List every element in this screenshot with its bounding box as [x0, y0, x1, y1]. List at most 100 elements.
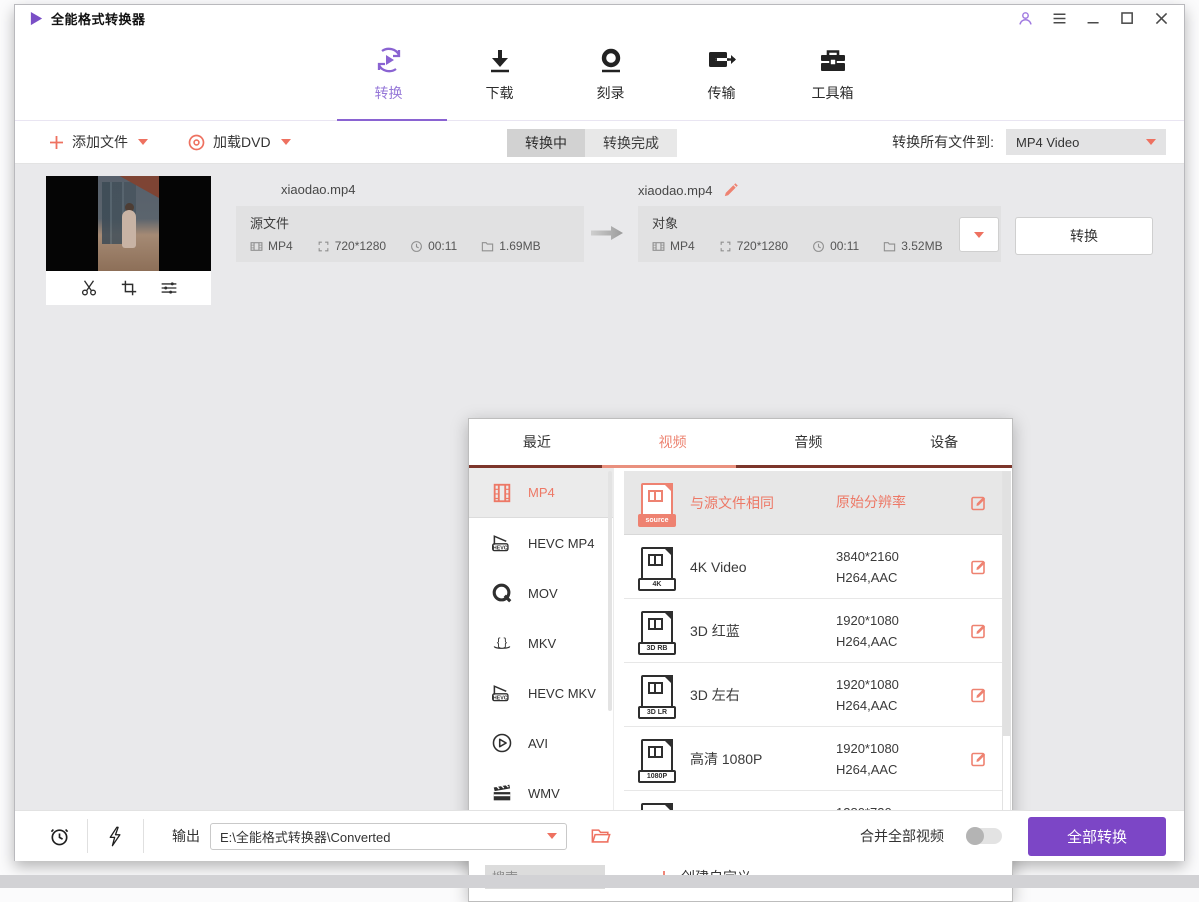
- preset-name: 3D 左右: [690, 685, 836, 705]
- video-preview-image: [98, 176, 159, 271]
- preset-row-3d-lr[interactable]: 3D LR 3D 左右 1920*1080H264,AAC: [624, 663, 1002, 727]
- chevron-down-icon: [138, 139, 148, 145]
- output-path-dropdown[interactable]: E:\全能格式转换器\Converted: [210, 823, 567, 850]
- format-item-label: MOV: [528, 586, 558, 601]
- edit-preset-icon[interactable]: [970, 494, 988, 512]
- chevron-down-icon: [1146, 139, 1156, 145]
- clock-icon: [812, 240, 825, 253]
- tab-download[interactable]: 下载: [469, 46, 531, 103]
- format-item-label: WMV: [528, 786, 560, 801]
- preset-name: 3D 红蓝: [690, 621, 836, 641]
- preset-detail: 1920*1080H264,AAC: [836, 610, 956, 652]
- main-nav: 转换 下载 刻录 传输: [15, 32, 1184, 121]
- edit-preset-icon[interactable]: [970, 622, 988, 640]
- trim-icon[interactable]: [80, 279, 98, 297]
- minimize-icon[interactable]: [1085, 10, 1102, 27]
- window-shadow: [0, 875, 1199, 888]
- target-file-name-row: xiaodao.mp4: [638, 182, 739, 199]
- open-folder-icon[interactable]: [591, 827, 611, 845]
- dvd-icon: [188, 134, 205, 151]
- load-dvd-button[interactable]: 加载DVD: [188, 132, 291, 152]
- format-item-mp4[interactable]: MP4: [469, 468, 613, 518]
- tab-transfer-label: 传输: [708, 83, 736, 103]
- format-item-hevc-mp4[interactable]: HEVC HEVC MP4: [469, 518, 613, 568]
- preset-row-same-as-source[interactable]: source 与源文件相同 原始分辨率: [624, 471, 1002, 535]
- film-icon: [250, 240, 263, 253]
- format-item-hevc-mkv[interactable]: HEVC HEVC MKV: [469, 668, 613, 718]
- convert-all-button[interactable]: 全部转换: [1028, 817, 1166, 856]
- target-duration: 00:11: [830, 239, 859, 253]
- quicktime-icon: [491, 582, 513, 604]
- resolution-icon: [719, 240, 732, 253]
- target-file-name: xiaodao.mp4: [638, 183, 712, 198]
- edit-preset-icon[interactable]: [970, 558, 988, 576]
- preset-row-3d-rb[interactable]: 3D RB 3D 红蓝 1920*1080H264,AAC: [624, 599, 1002, 663]
- preset-detail: 3840*2160H264,AAC: [836, 546, 956, 588]
- svg-text:HEVC: HEVC: [493, 695, 508, 701]
- target-format-dropdown[interactable]: MP4 Video: [1006, 129, 1166, 155]
- preset-detail: 1920*1080H264,AAC: [836, 674, 956, 716]
- popup-tab-device[interactable]: 设备: [876, 419, 1012, 465]
- edit-preset-icon[interactable]: [970, 686, 988, 704]
- schedule-icon[interactable]: [49, 826, 70, 847]
- preset-row-hd-1080p[interactable]: 1080P 高清 1080P 1920*1080H264,AAC: [624, 727, 1002, 791]
- preset-name: 高清 1080P: [690, 749, 836, 769]
- tab-download-label: 下载: [486, 83, 514, 103]
- high-speed-icon[interactable]: [105, 826, 126, 847]
- popup-tab-recent[interactable]: 最近: [469, 419, 605, 465]
- preset-list-scrollbar[interactable]: [1002, 471, 1011, 853]
- format-item-label: MKV: [528, 636, 556, 651]
- format-item-label: HEVC MP4: [528, 536, 594, 551]
- add-files-label: 添加文件: [72, 132, 128, 152]
- toolbox-icon: [819, 46, 847, 74]
- edit-preset-icon[interactable]: [970, 750, 988, 768]
- maximize-icon[interactable]: [1119, 10, 1136, 27]
- convert-icon: [374, 46, 404, 74]
- tab-burn[interactable]: 刻录: [580, 46, 642, 103]
- tab-converting[interactable]: 转换中: [507, 129, 585, 157]
- tab-convert[interactable]: 转换: [358, 46, 420, 103]
- format-item-avi[interactable]: AVI: [469, 718, 613, 768]
- account-icon[interactable]: [1017, 10, 1034, 27]
- format-list-scrollbar[interactable]: [608, 471, 612, 711]
- matroska-icon: { }: [491, 632, 513, 654]
- format-item-mov[interactable]: MOV: [469, 568, 613, 618]
- hevc-play-icon: HEVC: [491, 532, 513, 554]
- tab-transfer[interactable]: 传输: [691, 46, 753, 103]
- video-thumbnail[interactable]: [46, 176, 211, 271]
- file-list-area: xiaodao.mp4 源文件 MP4 720*1280 00:11 1.69M…: [15, 164, 1184, 810]
- arrow-right-icon: [591, 226, 623, 240]
- svg-text:{ }: { }: [497, 637, 508, 649]
- preset-detail: 原始分辨率: [836, 492, 956, 513]
- target-format-expand-button[interactable]: [959, 217, 999, 252]
- source-file-name: xiaodao.mp4: [281, 182, 355, 197]
- preset-name: 4K Video: [690, 559, 836, 575]
- app-title: 全能格式转换器: [51, 9, 146, 28]
- transfer-icon: [707, 46, 737, 74]
- close-icon[interactable]: [1153, 10, 1170, 27]
- tab-converted[interactable]: 转换完成: [585, 129, 677, 157]
- add-files-button[interactable]: 添加文件: [49, 132, 148, 152]
- bottombar: 输出 E:\全能格式转换器\Converted 合并全部视频 全部转换: [15, 810, 1184, 861]
- crop-icon[interactable]: [120, 279, 138, 297]
- play-circle-icon: [491, 732, 513, 754]
- burn-icon: [598, 46, 624, 74]
- tab-toolbox-label: 工具箱: [812, 83, 854, 103]
- merge-videos-label: 合并全部视频: [860, 826, 944, 846]
- rename-icon[interactable]: [722, 182, 739, 199]
- convert-button[interactable]: 转换: [1015, 217, 1153, 255]
- menu-icon[interactable]: [1051, 10, 1068, 27]
- target-size: 3.52MB: [901, 239, 942, 253]
- popup-tab-video[interactable]: 视频: [605, 419, 741, 465]
- preset-name: 与源文件相同: [690, 493, 836, 513]
- merge-videos-toggle[interactable]: [966, 828, 1002, 844]
- plus-icon: [49, 135, 64, 150]
- effects-icon[interactable]: [160, 279, 178, 297]
- tab-toolbox[interactable]: 工具箱: [802, 46, 864, 103]
- queue-tabs: 转换中 转换完成: [507, 129, 677, 157]
- chevron-down-icon: [281, 139, 291, 145]
- 1080p-file-icon: 1080P: [641, 739, 673, 779]
- popup-tab-audio[interactable]: 音频: [741, 419, 877, 465]
- preset-row-4k[interactable]: 4K 4K Video 3840*2160H264,AAC: [624, 535, 1002, 599]
- format-item-mkv[interactable]: { } MKV: [469, 618, 613, 668]
